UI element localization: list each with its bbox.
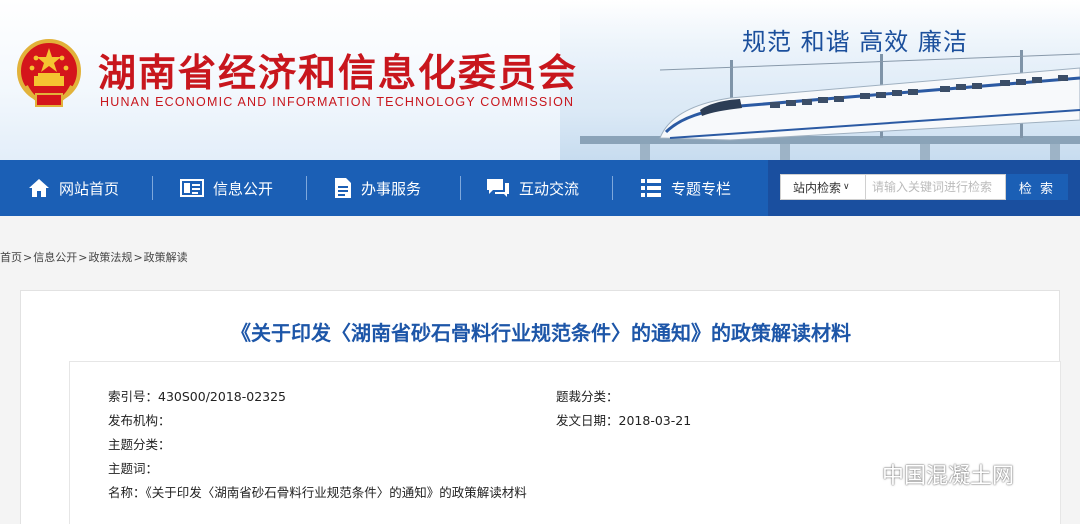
site-motto: 规范 和谐 高效 廉洁 [742,28,968,56]
meta-issue-date: 发文日期：2018-03-21 [556,410,691,429]
breadcrumb-info-disclosure[interactable]: 信息公开 [33,251,77,264]
search-input[interactable] [866,174,1006,200]
site-search: 站内检索 ∨ 检 索 [768,160,1080,216]
nav-divider [306,176,307,200]
nav-item-info-disclosure[interactable]: 信息公开 [180,160,273,216]
info-card-icon [180,179,204,197]
wechat-icon [840,460,874,487]
meta-genre: 题裁分类： [556,386,619,405]
meta-label: 名称： [108,485,146,500]
nav-item-label: 互动交流 [519,179,580,198]
meta-label: 主题词： [108,461,159,476]
nav-item-label: 信息公开 [213,179,274,198]
document-icon [335,178,351,198]
nav-item-services[interactable]: 办事服务 [334,160,421,216]
nav-item-home[interactable]: 网站首页 [28,160,119,216]
list-icon [641,179,661,197]
nav-item-special-topics[interactable]: 专题专栏 [640,160,731,216]
nav-divider [612,176,613,200]
breadcrumb: 首页>信息公开>政策法规>政策解读 [0,251,188,264]
meta-value: 《关于印发〈湖南省砂石骨料行业规范条件〉的通知》的政策解读材料 [145,485,527,500]
meta-name: 名称：《关于印发〈湖南省砂石骨料行业规范条件〉的通知》的政策解读材料 [108,482,527,501]
meta-keywords: 主题词： [108,458,158,477]
meta-label: 索引号： [108,389,159,404]
chat-icon [487,179,509,197]
nav-divider [152,176,153,200]
meta-value: 430S00/2018-02325 [158,389,287,404]
search-scope-value: 站内检索 [793,180,842,195]
meta-value: 2018-03-21 [618,413,692,428]
watermark: 中国混凝土网 [840,458,1014,490]
site-title-cn: 湖南省经济和信息化委员会 [98,50,579,95]
breadcrumb-policy-regulations[interactable]: 政策法规 [88,251,132,264]
meta-index-number: 索引号：430S00/2018-02325 [108,386,286,405]
document-title: 《关于印发〈湖南省砂石骨料行业规范条件〉的通知》的政策解读材料 [231,321,851,345]
nav-item-label: 专题专栏 [671,179,732,198]
search-scope-select[interactable]: 站内检索 ∨ [780,174,866,200]
national-emblem-icon [17,39,81,107]
site-header: 湖南省经济和信息化委员会 HUNAN ECONOMIC AND INFORMAT… [0,0,1080,160]
breadcrumb-home[interactable]: 首页 [0,251,22,264]
site-title-en: HUNAN ECONOMIC AND INFORMATION TECHNOLOG… [100,95,575,109]
meta-issuer: 发布机构： [108,410,171,429]
chevron-down-icon: ∨ [843,182,850,192]
document-meta-box: 索引号：430S00/2018-02325 题裁分类： 发布机构： 发文日期：2… [69,361,1061,524]
high-speed-train-image [580,50,1080,160]
watermark-text: 中国混凝土网 [882,464,1015,489]
home-icon [29,179,49,197]
meta-label: 发文日期： [556,413,619,428]
meta-label: 题裁分类： [556,389,619,404]
meta-label: 主题分类： [108,437,171,452]
breadcrumb-policy-interpretation[interactable]: 政策解读 [144,251,188,264]
meta-topic: 主题分类： [108,434,171,453]
nav-item-label: 网站首页 [59,179,120,198]
nav-item-interaction[interactable]: 互动交流 [486,160,579,216]
nav-divider [460,176,461,200]
meta-label: 发布机构： [108,413,171,428]
search-button[interactable]: 检 索 [1006,174,1068,200]
nav-item-label: 办事服务 [361,179,422,198]
